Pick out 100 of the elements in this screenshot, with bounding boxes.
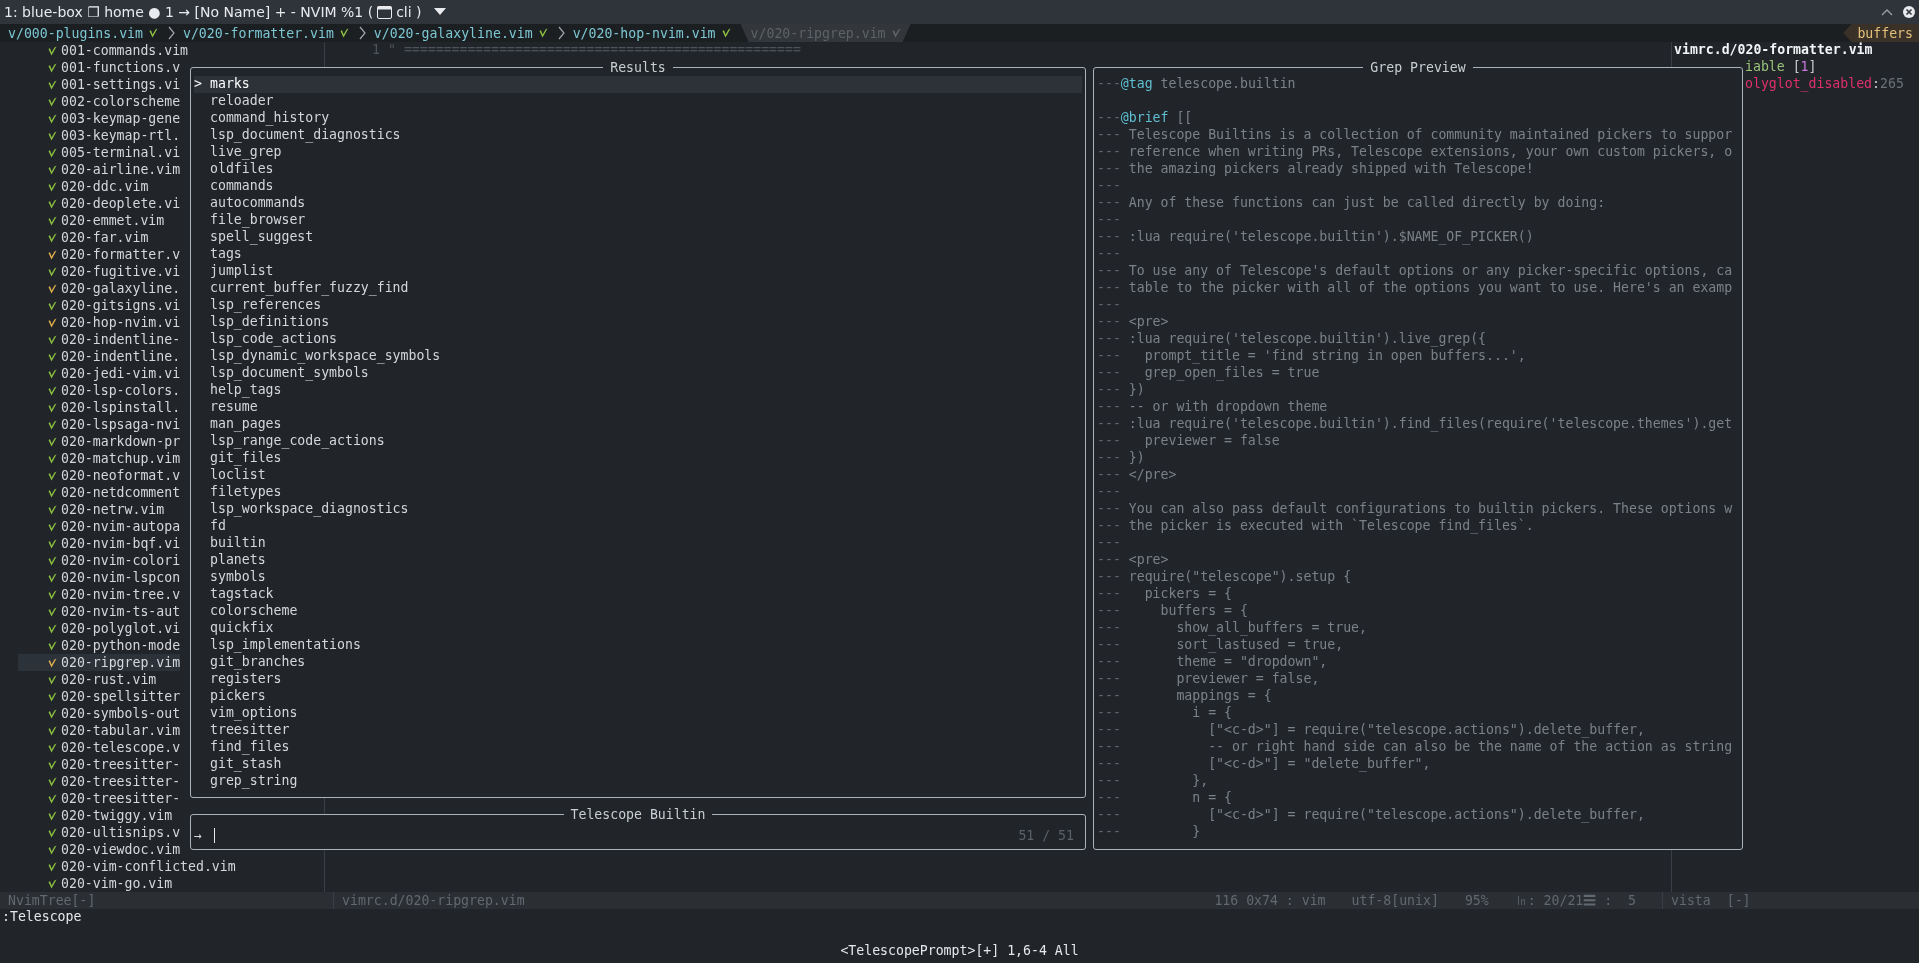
result-item[interactable]: man_pages [194,416,1082,433]
result-item[interactable]: vim_options [194,705,1082,722]
tree-item[interactable]: 020-viewdoc.vim [18,841,181,858]
result-item[interactable]: colorscheme [194,603,1082,620]
result-item[interactable]: live_grep [194,144,1082,161]
breadcrumb-tab[interactable]: v/020-formatter.vim [183,24,359,42]
result-item[interactable]: lsp_document_symbols [194,365,1082,382]
tree-item[interactable]: 003-keymap-rtl. [18,127,181,144]
result-item[interactable]: oldfiles [194,161,1082,178]
result-item[interactable]: filetypes [194,484,1082,501]
tree-item[interactable]: 020-nvim-ts-aut [18,603,181,620]
tree-item[interactable]: 020-airline.vim [18,161,181,178]
tree-item[interactable]: 020-indentline. [18,348,181,365]
result-item[interactable]: lsp_definitions [194,314,1082,331]
breadcrumb-tab[interactable]: v/020-hop-nvim.vim [572,24,741,42]
result-item[interactable]: grep_string [194,773,1082,790]
result-item[interactable]: planets [194,552,1082,569]
result-item[interactable]: command_history [194,110,1082,127]
result-item[interactable]: autocommands [194,195,1082,212]
tree-item[interactable]: 020-nvim-lspcon [18,569,181,586]
result-item[interactable]: symbols [194,569,1082,586]
tree-item[interactable]: 001-commands.vim [18,42,189,59]
result-item[interactable]: jumplist [194,263,1082,280]
tree-item[interactable]: 005-terminal.vi [18,144,181,161]
tree-item[interactable]: 020-symbols-out [18,705,181,722]
tree-item[interactable]: 020-indentline- [18,331,181,348]
tree-item[interactable]: 020-nvim-tree.v [18,586,181,603]
result-item[interactable]: git_files [194,450,1082,467]
breadcrumb-tab[interactable]: v/020-galaxyline.vim [373,24,558,42]
tree-item[interactable]: 020-gitsigns.vi [18,297,181,314]
tree-item[interactable]: 020-fugitive.vi [18,263,181,280]
tree-item[interactable]: 001-functions.v [18,59,181,76]
result-item[interactable]: pickers [194,688,1082,705]
tree-item[interactable]: 020-vim-go.vim [18,875,173,892]
breadcrumb-tab[interactable]: v/000-plugins.vim [8,24,168,42]
tree-item[interactable]: 002-colorscheme [18,93,181,110]
result-item[interactable]: reloader [194,93,1082,110]
tree-item[interactable]: 020-netdcomment [18,484,181,501]
tree-item[interactable]: 020-ripgrep.vim [18,654,181,671]
tree-item[interactable]: 020-nvim-autopa [18,518,181,535]
result-item[interactable]: find_files [194,739,1082,756]
result-item[interactable]: registers [194,671,1082,688]
tree-item[interactable]: 020-neoformat.v [18,467,181,484]
chevron-up-icon[interactable] [1881,8,1893,16]
outline-item[interactable]: olyglot_disabled:265 [1745,76,1904,93]
result-item[interactable]: lsp_document_diagnostics [194,127,1082,144]
tree-item[interactable]: 003-keymap-gene [18,110,181,127]
result-item[interactable]: current_buffer_fuzzy_find [194,280,1082,297]
result-item[interactable]: tags [194,246,1082,263]
tree-item[interactable]: 020-netrw.vim [18,501,165,518]
tree-item[interactable]: 020-twiggy.vim [18,807,173,824]
result-item[interactable]: resume [194,399,1082,416]
tree-item[interactable]: 020-lsp-colors. [18,382,181,399]
result-item[interactable]: lsp_dynamic_workspace_symbols [194,348,1082,365]
close-icon[interactable] [1903,6,1915,18]
tree-item[interactable]: 020-deoplete.vi [18,195,181,212]
result-item[interactable]: lsp_implementations [194,637,1082,654]
result-item[interactable]: git_branches [194,654,1082,671]
tree-item[interactable]: 020-tabular.vim [18,722,181,739]
tree-item[interactable]: 020-vim-conflicted.vim [18,858,236,875]
tree-item[interactable]: 020-ultisnips.v [18,824,181,841]
tree-item[interactable]: 020-lspsaga-nvi [18,416,181,433]
outline-item[interactable]: iable [1] [1745,59,1817,76]
tree-item[interactable]: 020-galaxyline. [18,280,181,297]
result-item[interactable]: lsp_workspace_diagnostics [194,501,1082,518]
tree-item[interactable]: 020-nvim-colori [18,552,181,569]
tree-item[interactable]: 020-treesitter- [18,756,181,773]
tree-item[interactable]: 020-rust.vim [18,671,157,688]
result-item[interactable]: builtin [194,535,1082,552]
tree-item[interactable]: 020-treesitter- [18,773,181,790]
tree-item[interactable]: 020-python-mode [18,637,181,654]
result-item[interactable]: help_tags [194,382,1082,399]
tree-item[interactable]: 020-telescope.v [18,739,181,756]
caret-icon[interactable] [433,8,446,16]
tree-item[interactable]: 020-lspinstall. [18,399,181,416]
result-item[interactable]: lsp_code_actions [194,331,1082,348]
tree-item[interactable]: 020-emmet.vim [18,212,165,229]
result-item[interactable]: > marks [194,76,1082,93]
result-item[interactable]: fd [194,518,1082,535]
tree-item[interactable]: 020-matchup.vim [18,450,181,467]
result-item[interactable]: git_stash [194,756,1082,773]
result-item[interactable]: spell_suggest [194,229,1082,246]
tree-item[interactable]: 020-spellsitter [18,688,181,705]
result-item[interactable]: lsp_references [194,297,1082,314]
result-item[interactable]: loclist [194,467,1082,484]
tree-item[interactable]: 020-hop-nvim.vi [18,314,181,331]
tree-item[interactable]: 020-nvim-bqf.vi [18,535,181,552]
tree-item[interactable]: 020-polyglot.vi [18,620,181,637]
buffers-tab[interactable]: buffers [1843,24,1919,42]
result-item[interactable]: lsp_range_code_actions [194,433,1082,450]
result-item[interactable]: quickfix [194,620,1082,637]
result-item[interactable]: commands [194,178,1082,195]
tree-item[interactable]: 020-treesitter- [18,790,181,807]
tree-item[interactable]: 020-markdown-pr [18,433,181,450]
tree-item[interactable]: 020-jedi-vim.vi [18,365,181,382]
result-item[interactable]: treesitter [194,722,1082,739]
tree-item[interactable]: 001-settings.vi [18,76,181,93]
tree-item[interactable]: 020-far.vim [18,229,149,246]
result-item[interactable]: file_browser [194,212,1082,229]
tree-item[interactable]: 020-formatter.v [18,246,181,263]
